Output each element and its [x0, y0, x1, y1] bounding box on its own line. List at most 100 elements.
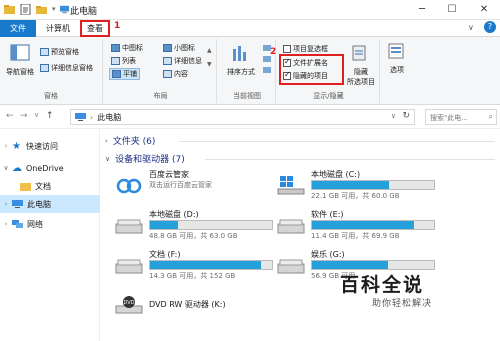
layout-scroll-up-icon[interactable]: ▲: [207, 47, 212, 54]
layout-medium-icons[interactable]: 中图标: [111, 43, 143, 53]
search-input[interactable]: 搜索"此电... ⌕: [425, 109, 497, 125]
drive-usage-fill: [150, 221, 179, 229]
drive-free-space: 22.1 GB 可用，共 60.0 GB: [311, 192, 400, 200]
drive-usage-bar: [311, 180, 435, 190]
item-checkboxes-label: 项目复选框: [293, 45, 328, 53]
expand-chevron-icon[interactable]: ›: [0, 200, 12, 208]
drive-tile-baidu[interactable]: 百度云管家 双击运行百度云管家: [115, 169, 280, 205]
hidden-items-option[interactable]: 隐藏的项目: [283, 70, 328, 81]
tiles-label: 平铺: [123, 70, 137, 78]
drive-tile-dvd[interactable]: DVD DVD RW 驱动器 (K:): [115, 289, 280, 325]
address-path: 此电脑: [97, 112, 122, 122]
cloud-icon: ☁: [12, 162, 22, 174]
nav-pane-button[interactable]: 导航窗格: [2, 43, 38, 77]
expand-chevron-icon[interactable]: ›: [0, 142, 12, 150]
nav-item-network[interactable]: › 网络: [0, 215, 100, 233]
properties-icon[interactable]: [20, 4, 31, 15]
help-icon[interactable]: ?: [484, 21, 496, 33]
recent-locations-icon[interactable]: ∨: [34, 111, 39, 119]
medium-icons-icon: [111, 44, 120, 52]
maximize-button[interactable]: ☐: [438, 0, 466, 20]
annotation-1: 1: [114, 21, 121, 31]
hidden-items-checkbox[interactable]: [283, 70, 291, 80]
file-extensions-checkbox[interactable]: [283, 57, 291, 67]
options-icon: [388, 43, 404, 59]
window-title: 此电脑: [70, 7, 98, 17]
back-icon[interactable]: ←: [6, 111, 14, 121]
divider: [179, 141, 495, 142]
content-icon: [163, 70, 172, 78]
tab-view[interactable]: 查看: [80, 20, 110, 37]
layout-scroll-down-icon[interactable]: ▼: [207, 61, 212, 68]
file-extensions-option[interactable]: 文件扩展名: [283, 57, 328, 68]
collapse-ribbon-icon[interactable]: ∨: [468, 23, 474, 32]
network-icon: [12, 219, 23, 228]
drive-tile-f[interactable]: 文档 (F:) 14.3 GB 可用，共 152 GB: [115, 249, 280, 285]
forward-icon[interactable]: →: [20, 111, 28, 121]
nav-item-this-pc[interactable]: › 此电脑: [0, 195, 100, 213]
nav-pane-label: 导航窗格: [6, 68, 34, 76]
hard-drive-icon: [277, 219, 305, 234]
new-folder-icon[interactable]: [36, 4, 47, 15]
details-pane-button[interactable]: 详细信息窗格: [40, 63, 93, 73]
nav-label-network: 网络: [27, 219, 43, 229]
folder-icon[interactable]: [4, 4, 15, 15]
group-show-hide-label: 显示/隐藏: [313, 92, 344, 100]
expand-chevron-icon[interactable]: ›: [0, 220, 12, 228]
hard-drive-icon: [277, 259, 305, 274]
group-layout: 中图标 小图标 列表 详细信息 平铺 内容 ▲ ▼ 布局: [105, 39, 217, 103]
minimize-button[interactable]: ─: [408, 0, 436, 20]
preview-pane-button[interactable]: 预览窗格: [40, 47, 79, 57]
address-dropdown-icon[interactable]: ∨: [391, 112, 396, 120]
group-panes-label: 窗格: [44, 92, 58, 100]
up-icon[interactable]: ↑: [46, 111, 54, 121]
collapse-chevron-icon[interactable]: ∨: [105, 155, 110, 163]
layout-content[interactable]: 内容: [163, 69, 188, 79]
layout-small-icons[interactable]: 小图标: [163, 43, 195, 53]
nav-item-documents[interactable]: 文档: [0, 177, 100, 195]
path-separator-icon: ›: [90, 112, 94, 122]
layout-tiles[interactable]: 平铺: [109, 68, 140, 80]
tiles-icon: [112, 70, 121, 78]
group-current-view-label: 当前视图: [233, 92, 261, 100]
this-pc-small-icon: [75, 112, 86, 121]
layout-list[interactable]: 列表: [111, 56, 136, 66]
sort-by-button[interactable]: 排序方式: [223, 43, 259, 77]
address-field[interactable]: › 此电脑 ∨ ↻: [70, 109, 415, 125]
hide-selected-label-2: 所选项目: [347, 78, 375, 86]
hidden-items-label: 隐藏的项目: [293, 72, 328, 80]
item-checkboxes-option[interactable]: 项目复选框: [283, 44, 328, 54]
drive-tile-e[interactable]: 软件 (E:) 11.4 GB 可用，共 69.9 GB: [277, 209, 442, 245]
folder-icon: [20, 182, 31, 191]
details-icon: [163, 57, 172, 65]
small-icons-label: 小图标: [174, 44, 195, 52]
drive-name: 文档 (F:): [149, 250, 181, 259]
drive-tile-d[interactable]: 本地磁盘 (D:) 48.8 GB 可用，共 63.0 GB: [115, 209, 280, 245]
tab-computer[interactable]: 计算机: [38, 20, 78, 37]
tab-file[interactable]: 文件: [0, 20, 36, 37]
expand-chevron-icon[interactable]: ›: [105, 137, 108, 145]
collapse-chevron-icon[interactable]: ∨: [0, 164, 12, 172]
ribbon-tab-bar: 文件 计算机 查看 1 ∨ ?: [0, 20, 500, 37]
nav-item-onedrive[interactable]: ∨ ☁ OneDrive: [0, 159, 100, 177]
hide-selected-button[interactable]: 隐藏 所选项目: [344, 43, 378, 87]
baidu-cloud-icon: [116, 178, 142, 194]
content-pane: › 文件夹 (6) ∨ 设备和驱动器 (7) 百度云管家 双击运行百度云管家 本…: [101, 129, 500, 341]
folders-header-label: 文件夹 (6): [112, 137, 156, 147]
folders-section-header[interactable]: › 文件夹 (6): [105, 134, 156, 148]
drive-tile-c[interactable]: 本地磁盘 (C:) 22.1 GB 可用，共 60.0 GB: [277, 169, 442, 205]
details-pane-icon: [40, 64, 49, 72]
drive-name: 百度云管家: [149, 170, 189, 179]
quick-access-dropdown-icon[interactable]: ▾: [52, 5, 56, 13]
close-button[interactable]: ✕: [468, 0, 500, 20]
address-bar-row: ← → ∨ ↑ › 此电脑 ∨ ↻ 搜索"此电... ⌕: [0, 105, 500, 129]
svg-text:DVD: DVD: [123, 300, 134, 306]
size-columns-icon[interactable]: [263, 67, 271, 73]
layout-details[interactable]: 详细信息: [163, 56, 202, 66]
item-checkboxes-checkbox[interactable]: [283, 45, 291, 53]
refresh-icon[interactable]: ↻: [402, 111, 410, 121]
nav-item-quick-access[interactable]: › ★ 快速访问: [0, 137, 100, 155]
drive-usage-bar: [149, 220, 273, 230]
devices-section-header[interactable]: ∨ 设备和驱动器 (7): [105, 152, 185, 166]
options-button[interactable]: 选项: [382, 41, 412, 75]
